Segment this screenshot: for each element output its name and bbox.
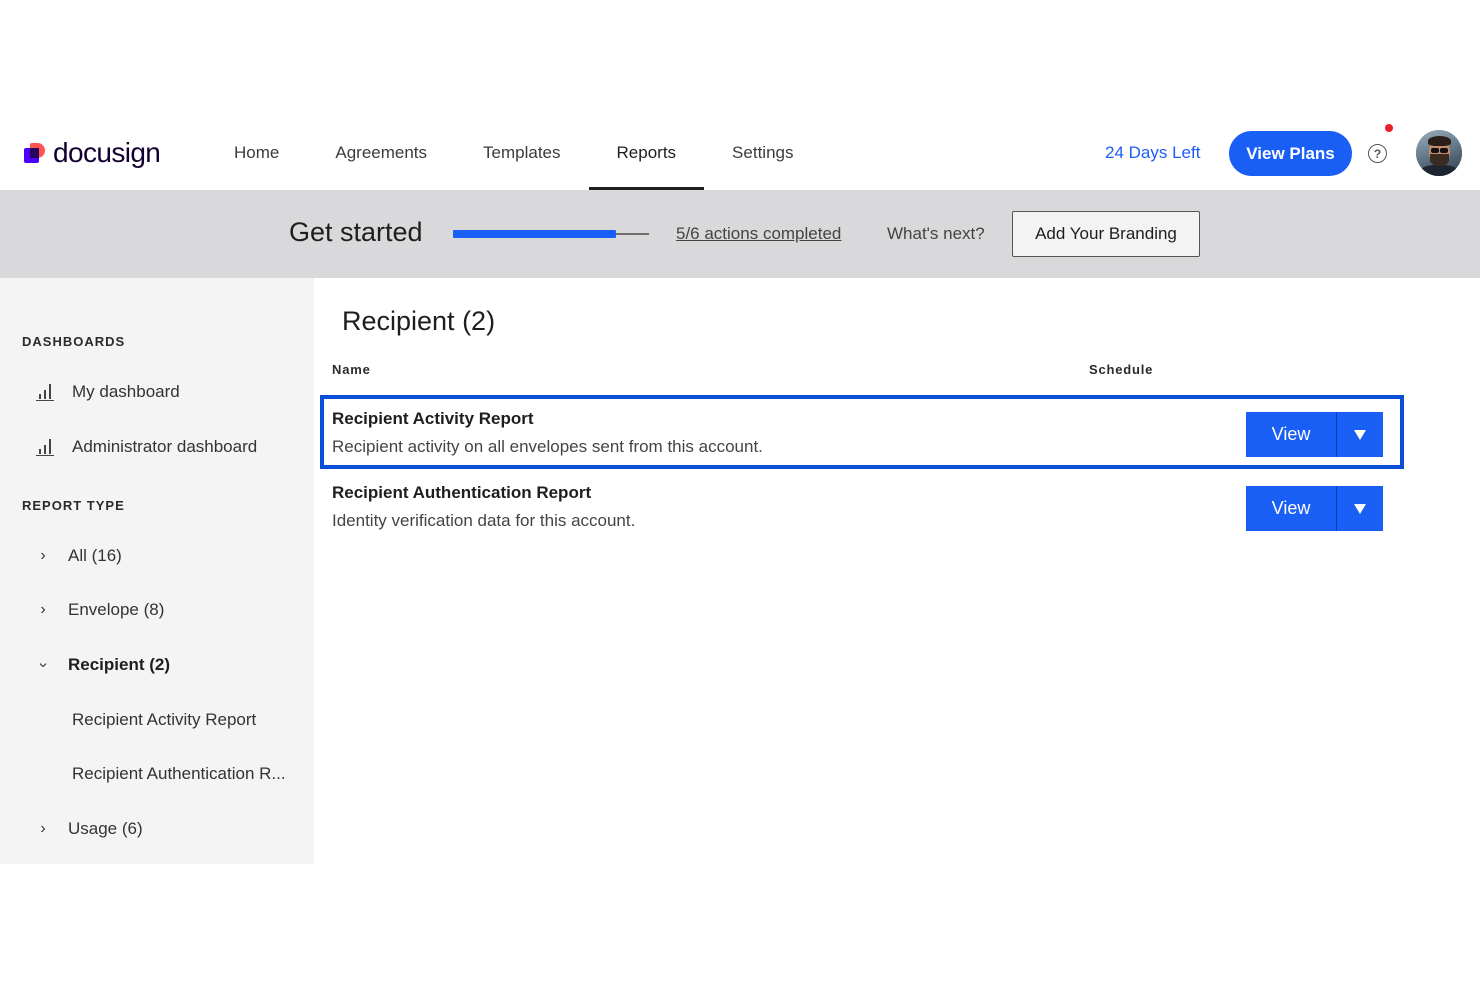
sidebar-item-label: Usage (6) xyxy=(68,819,143,838)
nav-agreements[interactable]: Agreements xyxy=(307,116,455,190)
page-title: Recipient (2) xyxy=(342,306,496,336)
sidebar-item-label: My dashboard xyxy=(72,382,180,401)
nav-reports[interactable]: Reports xyxy=(588,116,705,190)
chevron-right-icon: › xyxy=(40,820,46,837)
nav-home[interactable]: Home xyxy=(206,116,307,190)
caret-down-icon xyxy=(1354,503,1366,514)
sidebar-subitem-recipient-authentication-report[interactable]: Recipient Authentication R... xyxy=(0,754,314,794)
nav-templates[interactable]: Templates xyxy=(455,116,588,190)
get-started-title: Get started xyxy=(289,217,423,247)
sidebar-item-label: Administrator dashboard xyxy=(72,437,258,456)
report-title: Recipient Activity Report xyxy=(332,409,534,428)
docusign-logo[interactable]: docusign xyxy=(24,137,161,168)
view-button[interactable]: View xyxy=(1246,412,1337,457)
sidebar-item-label: Envelope (8) xyxy=(68,600,165,619)
view-dropdown-toggle[interactable] xyxy=(1337,486,1383,531)
top-navigation-bar: docusign Home Agreements Templates Repor… xyxy=(0,116,1480,190)
sidebar-item-label: All (16) xyxy=(68,546,122,565)
sidebar-item-recipient[interactable]: › Recipient (2) xyxy=(0,645,314,685)
sidebar-item-envelope[interactable]: › Envelope (8) xyxy=(0,590,314,630)
get-started-banner: Get started 5/6 actions completed What's… xyxy=(0,190,1480,278)
chevron-down-icon: › xyxy=(35,662,52,668)
view-split-button: View xyxy=(1246,412,1383,457)
help-icon[interactable]: ? xyxy=(1368,144,1387,163)
sidebar-item-all[interactable]: › All (16) xyxy=(0,536,314,576)
column-header-name[interactable]: Name xyxy=(332,362,371,377)
sidebar-item-label: Recipient Authentication R... xyxy=(72,764,286,783)
add-branding-button[interactable]: Add Your Branding xyxy=(1012,211,1200,257)
table-row: Recipient Authentication Report Identity… xyxy=(320,469,1404,543)
sidebar-item-label: Recipient Activity Report xyxy=(72,710,257,729)
user-avatar[interactable] xyxy=(1416,130,1462,176)
trial-days-left-link[interactable]: 24 Days Left xyxy=(1105,143,1200,163)
bar-chart-icon xyxy=(36,438,56,456)
reports-sidebar: DASHBOARDS My dashboard Administrator da… xyxy=(0,278,314,864)
caret-down-icon xyxy=(1354,429,1366,440)
report-title: Recipient Authentication Report xyxy=(332,483,592,502)
sidebar-item-my-dashboard[interactable]: My dashboard xyxy=(0,372,314,412)
onboarding-progress-bar xyxy=(453,230,649,238)
report-description: Recipient activity on all envelopes sent… xyxy=(332,437,763,456)
dashboards-heading: DASHBOARDS xyxy=(22,334,126,349)
sidebar-item-label: Recipient (2) xyxy=(68,655,171,674)
notification-dot xyxy=(1385,124,1393,132)
report-type-heading: REPORT TYPE xyxy=(22,498,125,513)
report-description: Identity verification data for this acco… xyxy=(332,511,636,530)
main-nav: Home Agreements Templates Reports Settin… xyxy=(206,116,821,190)
sidebar-subitem-recipient-activity-report[interactable]: Recipient Activity Report xyxy=(0,700,314,740)
docusign-logo-icon xyxy=(24,140,48,166)
logo-text: docusign xyxy=(53,137,161,168)
view-button[interactable]: View xyxy=(1246,486,1337,531)
sidebar-item-administrator-dashboard[interactable]: Administrator dashboard xyxy=(0,427,314,467)
view-plans-button[interactable]: View Plans xyxy=(1229,131,1352,176)
nav-settings[interactable]: Settings xyxy=(704,116,821,190)
table-row: Recipient Activity Report Recipient acti… xyxy=(320,395,1404,469)
chevron-right-icon: › xyxy=(40,601,46,618)
whats-next-label: What's next? xyxy=(887,224,985,243)
sidebar-item-usage[interactable]: › Usage (6) xyxy=(0,809,314,849)
column-header-schedule[interactable]: Schedule xyxy=(1089,362,1153,377)
bar-chart-icon xyxy=(36,383,56,401)
chevron-right-icon: › xyxy=(40,547,46,564)
actions-completed-link[interactable]: 5/6 actions completed xyxy=(676,224,841,244)
view-dropdown-toggle[interactable] xyxy=(1337,412,1383,457)
progress-fill xyxy=(453,230,617,238)
view-split-button: View xyxy=(1246,486,1383,531)
